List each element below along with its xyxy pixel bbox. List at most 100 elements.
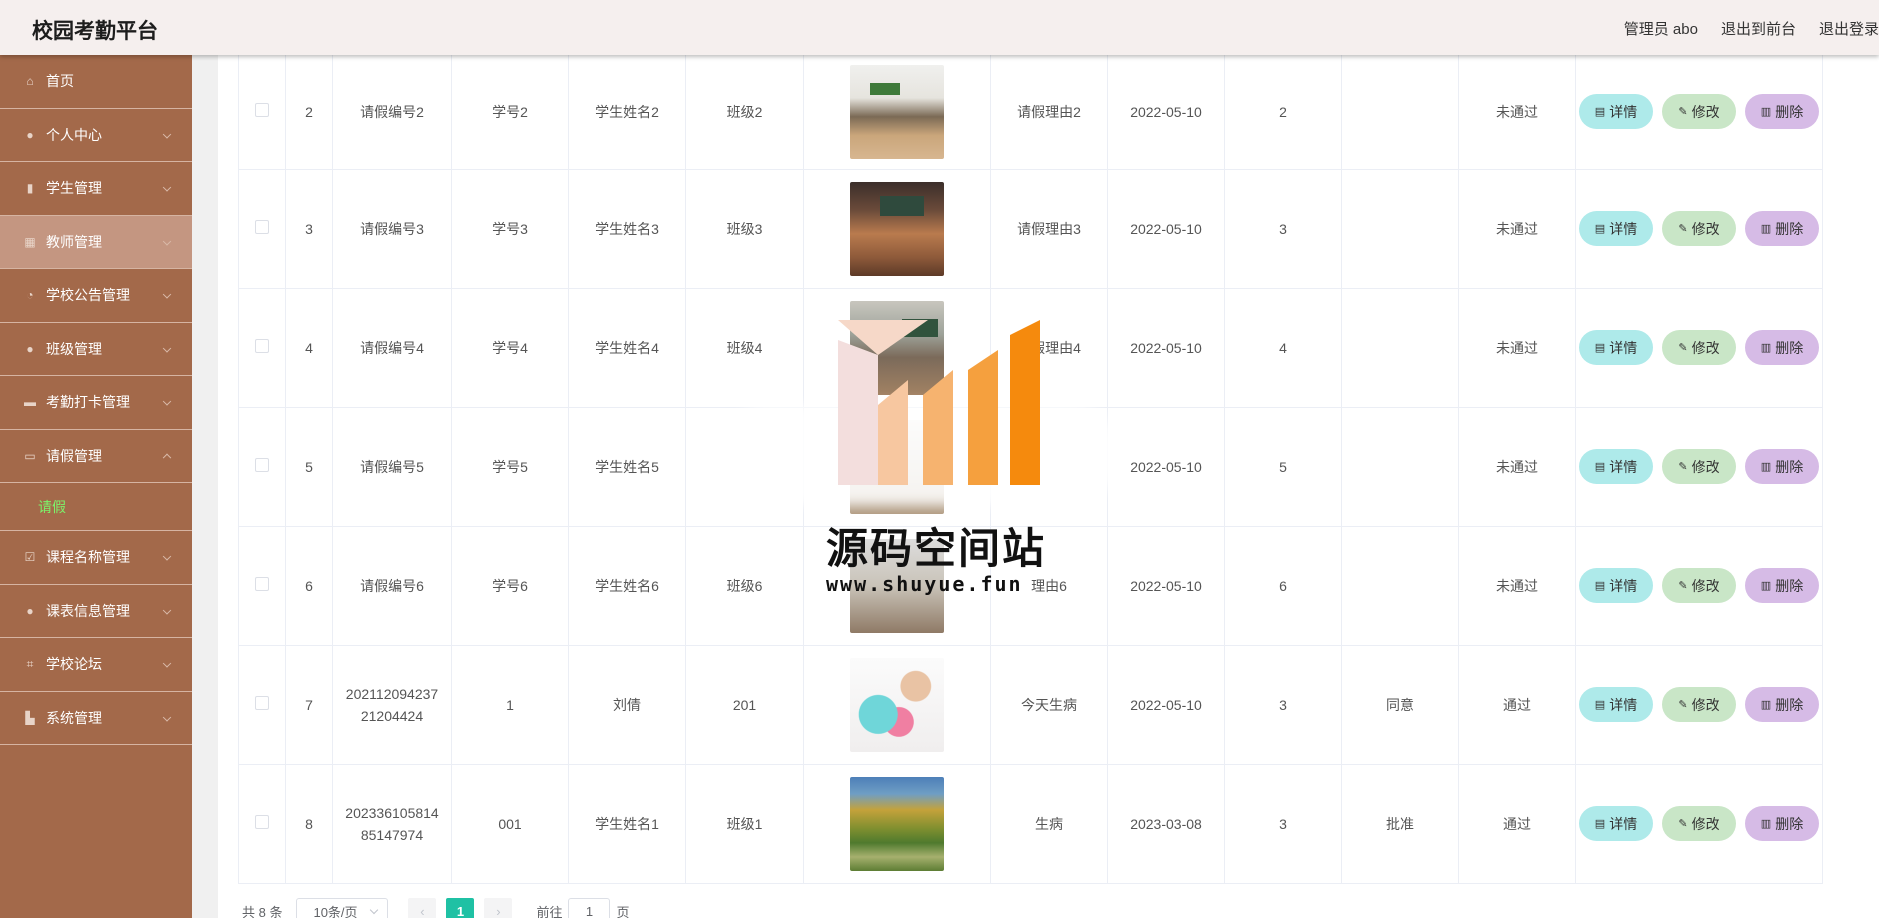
delete-button[interactable]: ▥ 删除	[1745, 449, 1819, 484]
sidebar-item-label: 学校论坛	[46, 656, 102, 673]
detail-label: 详情	[1609, 103, 1638, 120]
chevron-up-icon	[162, 453, 172, 462]
sidebar-item-personal-center[interactable]: ● 个人中心	[0, 109, 192, 162]
logout-link[interactable]: 退出登录	[1819, 18, 1879, 39]
page-size-select[interactable]: 10条/页	[296, 898, 389, 918]
detail-label: 详情	[1609, 696, 1638, 713]
trash-icon: ▥	[1760, 105, 1772, 118]
delete-button[interactable]: ▥ 删除	[1745, 687, 1819, 722]
review-reply	[1341, 525, 1459, 646]
class-name: 班级3	[685, 168, 804, 289]
sidebar-item-attendance[interactable]: ▬ 考勤打卡管理	[0, 376, 192, 430]
detail-button[interactable]: ▤ 详情	[1579, 330, 1653, 365]
class-name: 201	[685, 644, 804, 765]
student-photo	[850, 419, 944, 514]
pencil-icon: ✎	[1678, 460, 1688, 473]
sidebar-item-label: 课程名称管理	[46, 549, 130, 566]
edit-button[interactable]: ✎ 修改	[1662, 449, 1736, 484]
edit-button[interactable]: ✎ 修改	[1662, 330, 1736, 365]
prev-page-button[interactable]: ‹	[408, 898, 437, 918]
row-checkbox[interactable]	[255, 695, 269, 710]
row-select-cell	[238, 525, 286, 646]
row-select-cell	[238, 168, 286, 289]
top-header: 校园考勤平台 管理员 abo 退出到前台 退出登录	[0, 0, 1879, 55]
photo-cell	[803, 287, 991, 408]
goto-page-input[interactable]: 1	[568, 898, 611, 918]
edit-button[interactable]: ✎ 修改	[1662, 687, 1736, 722]
leave-reason: 今天生病	[990, 644, 1108, 765]
delete-button[interactable]: ▥ 删除	[1745, 211, 1819, 246]
row-checkbox[interactable]	[255, 457, 269, 472]
detail-button[interactable]: ▤ 详情	[1579, 806, 1653, 841]
pencil-icon: ✎	[1678, 817, 1688, 830]
pencil-icon: ✎	[1678, 698, 1688, 711]
pencil-icon: ✎	[1678, 105, 1688, 118]
edit-button[interactable]: ✎ 修改	[1662, 94, 1736, 130]
row-checkbox[interactable]	[255, 219, 269, 234]
review-status: 未通过	[1458, 55, 1576, 170]
table-row: 3 请假编号3 学号3 学生姓名3 班级3 请假理由3 2022-05-10 3 未通过 ▤ 详情 ✎…	[238, 168, 1823, 289]
sidebar-item-teachers[interactable]: ▦ 教师管理	[0, 215, 192, 269]
student-number: 学号3	[451, 168, 569, 289]
sidebar-item-label: 首页	[46, 73, 74, 90]
sidebar-item-home[interactable]: ⌂ 首页	[0, 55, 192, 109]
row-select-cell	[238, 763, 286, 884]
back-to-front-link[interactable]: 退出到前台	[1721, 18, 1796, 39]
sidebar-item-timetable[interactable]: ● 课表信息管理	[0, 585, 192, 638]
row-checkbox[interactable]	[255, 102, 269, 117]
class-name: 班级4	[685, 287, 804, 408]
leave-reason: 请假理由3	[990, 168, 1108, 289]
chevron-left-icon: ‹	[420, 903, 425, 918]
trash-icon: ▥	[1760, 698, 1772, 711]
sidebar-item-system[interactable]: ▙ 系统管理	[0, 692, 192, 745]
sidebar-item-label: 课表信息管理	[46, 602, 130, 619]
next-page-button[interactable]: ›	[484, 898, 513, 918]
edit-label: 修改	[1691, 815, 1720, 832]
user-icon: ●	[26, 603, 34, 618]
detail-label: 详情	[1609, 458, 1638, 475]
review-reply	[1341, 287, 1459, 408]
delete-button[interactable]: ▥ 删除	[1745, 94, 1819, 130]
detail-button[interactable]: ▤ 详情	[1579, 211, 1653, 246]
sidebar-item-announcements[interactable]: ◔ 学校公告管理	[0, 269, 192, 323]
detail-button[interactable]: ▤ 详情	[1579, 687, 1653, 722]
edit-button[interactable]: ✎ 修改	[1662, 568, 1736, 603]
student-name: 刘倩	[568, 644, 686, 765]
chevron-right-icon: ›	[496, 903, 501, 918]
page-number-current[interactable]: 1	[446, 898, 475, 918]
document-icon: ▤	[1594, 698, 1606, 711]
delete-button[interactable]: ▥ 删除	[1745, 330, 1819, 365]
actions-cell: ▤ 详情 ✎ 修改 ▥ 删除	[1575, 168, 1823, 289]
sidebar-item-forum[interactable]: ⌗ 学校论坛	[0, 638, 192, 692]
row-index: 4	[285, 287, 333, 408]
review-reply	[1341, 55, 1459, 170]
chevron-down-icon	[162, 129, 172, 139]
student-name: 学生姓名6	[568, 525, 686, 646]
sidebar-item-classes[interactable]: ● 班级管理	[0, 323, 192, 376]
detail-button[interactable]: ▤ 详情	[1579, 94, 1653, 130]
sidebar-item-leave[interactable]: ▭ 请假管理	[0, 430, 192, 483]
row-checkbox[interactable]	[255, 814, 269, 829]
crop-icon: ⌗	[26, 656, 34, 671]
row-checkbox[interactable]	[255, 338, 269, 353]
delete-button[interactable]: ▥ 删除	[1745, 568, 1819, 603]
delete-label: 删除	[1775, 339, 1804, 356]
edit-button[interactable]: ✎ 修改	[1662, 806, 1736, 841]
table-row: 8 202336105814 85147974 001 学生姓名1 班级1 生病 2023-0…	[238, 763, 1823, 884]
actions-cell: ▤ 详情 ✎ 修改 ▥ 删除	[1575, 763, 1823, 884]
row-index: 6	[285, 525, 333, 646]
chevron-down-icon	[162, 343, 172, 353]
sidebar-item-courses[interactable]: ☑ 课程名称管理	[0, 531, 192, 585]
sidebar-item-label: 请假管理	[46, 447, 102, 464]
delete-button[interactable]: ▥ 删除	[1745, 806, 1819, 841]
sidebar-subitem-leave[interactable]: 请假	[0, 483, 192, 531]
sidebar-item-label: 个人中心	[46, 126, 102, 143]
detail-label: 详情	[1609, 815, 1638, 832]
review-status: 未通过	[1458, 406, 1576, 527]
detail-button[interactable]: ▤ 详情	[1579, 449, 1653, 484]
detail-button[interactable]: ▤ 详情	[1579, 568, 1653, 603]
edit-button[interactable]: ✎ 修改	[1662, 211, 1736, 246]
review-reply	[1341, 406, 1459, 527]
row-checkbox[interactable]	[255, 576, 269, 591]
sidebar-item-students[interactable]: ▮ 学生管理	[0, 162, 192, 216]
